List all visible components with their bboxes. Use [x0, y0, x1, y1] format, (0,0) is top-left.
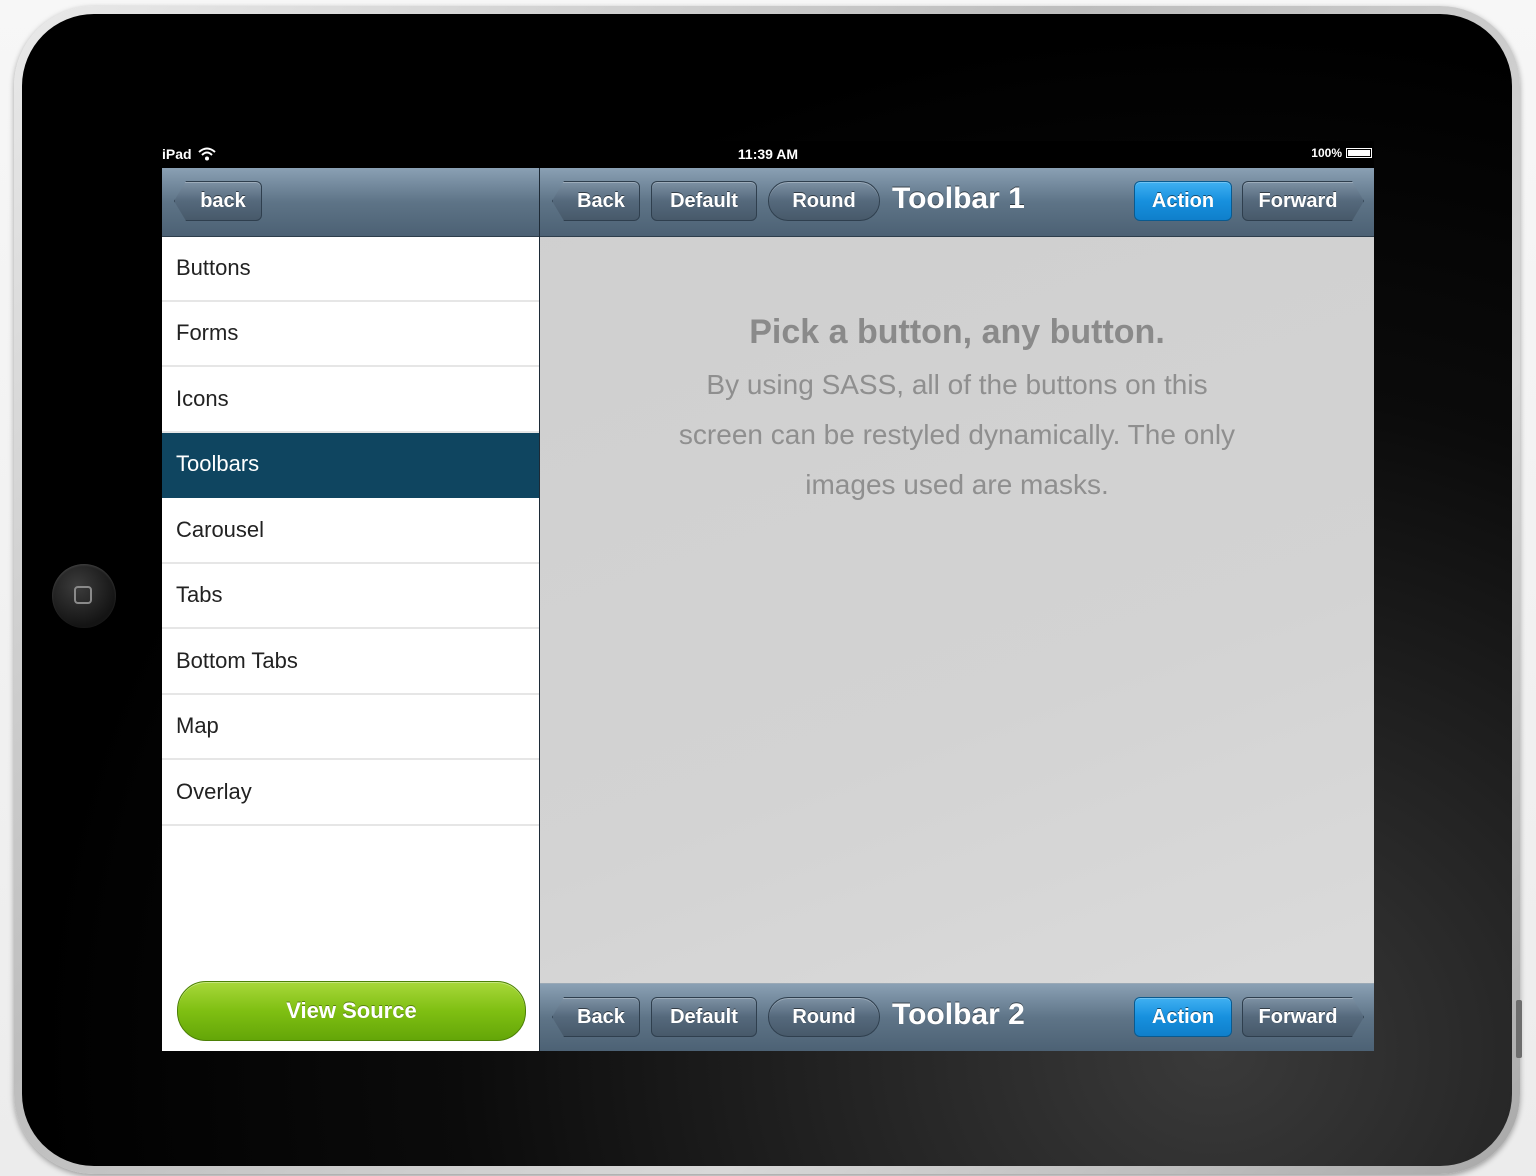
toolbar1-default-button[interactable]: Default [651, 181, 757, 221]
toolbar-bottom: Back Default Round Toolbar 2 Action Forw… [540, 983, 1374, 1051]
sidebar-item-icons[interactable]: Icons [162, 367, 539, 433]
status-right: 100% [1311, 146, 1372, 160]
message-body: By using SASS, all of the buttons on thi… [678, 369, 1236, 500]
toolbar1-back-button[interactable]: Back [552, 181, 640, 221]
side-switch [1516, 1000, 1522, 1058]
main-pane: Back Default Round Toolbar 1 Action Forw… [540, 168, 1374, 1051]
toolbar2-back-button[interactable]: Back [552, 997, 640, 1037]
home-button[interactable] [52, 564, 116, 628]
battery-icon [1346, 148, 1372, 158]
status-time: 11:39 AM [737, 146, 799, 162]
sidebar-list: Buttons Forms Icons Toolbars Carousel Ta… [162, 236, 539, 826]
message-title: Pick a button, any button. [749, 313, 1165, 351]
sidebar-item-buttons[interactable]: Buttons [162, 236, 539, 302]
sidebar-item-bottom-tabs[interactable]: Bottom Tabs [162, 629, 539, 695]
toolbar2-forward-button[interactable]: Forward [1242, 997, 1364, 1037]
sidebar-item-map[interactable]: Map [162, 695, 539, 760]
toolbar1-title: Toolbar 1 [892, 182, 1025, 215]
toolbar2-round-button[interactable]: Round [768, 997, 880, 1037]
home-button-icon [74, 586, 92, 604]
view-source-button[interactable]: View Source [177, 981, 526, 1041]
sidebar: back Buttons Forms Icons Toolbars Carous… [162, 168, 539, 1051]
battery-percent: 100% [1311, 146, 1342, 160]
sidebar-item-tabs[interactable]: Tabs [162, 564, 539, 629]
sidebar-item-forms[interactable]: Forms [162, 302, 539, 367]
message: Pick a button, any button. By using SASS… [540, 313, 1374, 510]
toolbar2-title: Toolbar 2 [892, 998, 1025, 1031]
toolbar1-round-button[interactable]: Round [768, 181, 880, 221]
sidebar-toolbar: back [162, 168, 539, 237]
toolbar-top: Back Default Round Toolbar 1 Action Forw… [540, 168, 1374, 237]
sidebar-back-button[interactable]: back [174, 181, 262, 221]
sidebar-item-toolbars[interactable]: Toolbars [162, 432, 539, 498]
toolbar1-forward-button[interactable]: Forward [1242, 181, 1364, 221]
status-bar: iPad 11:39 AM 100% [162, 141, 1374, 168]
toolbar2-action-button[interactable]: Action [1134, 997, 1232, 1037]
toolbar2-default-button[interactable]: Default [651, 997, 757, 1037]
sidebar-item-carousel[interactable]: Carousel [162, 498, 539, 564]
toolbar1-action-button[interactable]: Action [1134, 181, 1232, 221]
ipad-screen: iPad 11:39 AM 100% back Buttons Forms Ic… [162, 141, 1374, 1051]
sidebar-item-overlay[interactable]: Overlay [162, 760, 539, 826]
